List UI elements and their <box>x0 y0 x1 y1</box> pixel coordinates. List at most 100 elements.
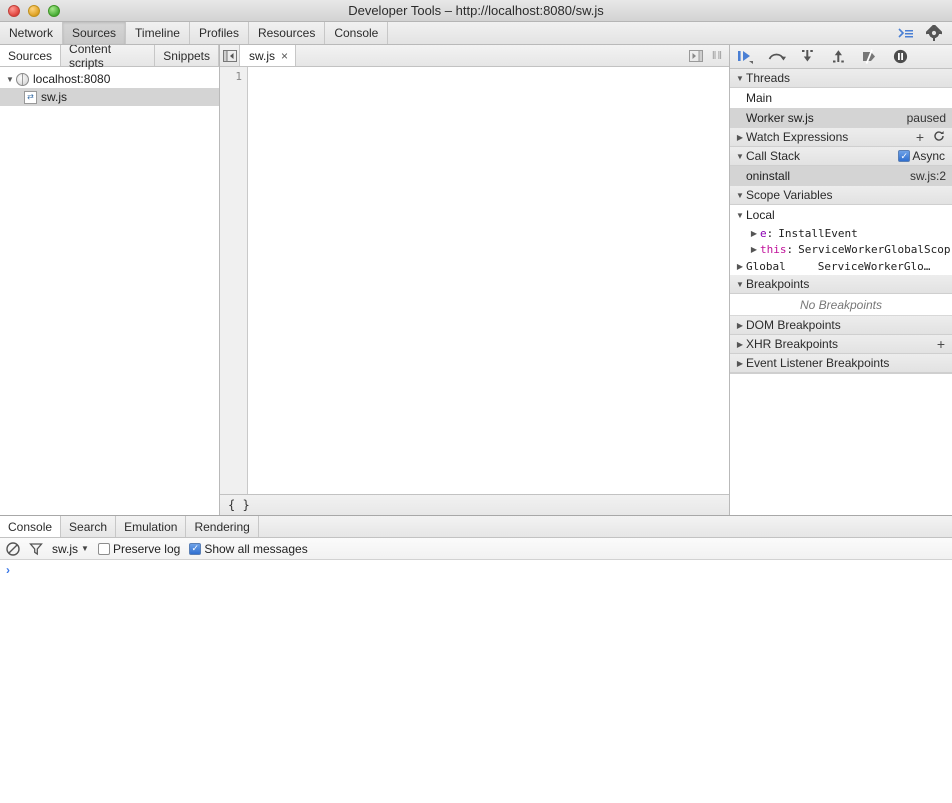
pretty-print-button[interactable]: { } <box>228 498 250 512</box>
scope-local[interactable]: ▼ Local <box>730 205 952 225</box>
tree-item-domain[interactable]: ▼ localhost:8080 <box>0 70 219 88</box>
drawer-tab-rendering[interactable]: Rendering <box>186 516 259 537</box>
disclosure-triangle-open-icon[interactable]: ▼ <box>734 280 746 289</box>
section-event-listener-breakpoints-header[interactable]: ▶ Event Listener Breakpoints <box>730 354 952 373</box>
tree-item-swjs[interactable]: ⇄ sw.js <box>0 88 219 106</box>
async-checkbox[interactable]: ✓ <box>898 150 911 162</box>
drawer-tab-search[interactable]: Search <box>61 516 117 537</box>
file-tree: ▼ localhost:8080 ⇄ sw.js <box>0 67 219 106</box>
zoom-button[interactable] <box>48 4 60 17</box>
section-event-listener-breakpoints-title: Event Listener Breakpoints <box>746 356 890 370</box>
step-into-button[interactable] <box>792 49 823 64</box>
resume-script-execution-button[interactable] <box>730 49 761 64</box>
close-icon[interactable]: × <box>281 49 288 63</box>
editor-tabbar: sw.js × ‖‖ <box>220 45 729 67</box>
navtab-content-scripts[interactable]: Content scripts <box>61 42 156 70</box>
tab-sources[interactable]: Sources <box>63 22 127 44</box>
disclosure-triangle-open-icon[interactable]: ▼ <box>734 74 746 83</box>
pause-on-exceptions-button[interactable] <box>885 49 916 64</box>
tab-profiles[interactable]: Profiles <box>190 22 249 44</box>
checkbox-box[interactable]: ✓ <box>189 542 202 555</box>
navtab-snippets[interactable]: Snippets <box>155 45 219 66</box>
call-stack-frame-location[interactable]: sw.js:2 <box>910 169 952 183</box>
line-number-gutter: 1 <box>220 67 248 494</box>
scope-property-this[interactable]: ▶ this : ServiceWorkerGlobalScop <box>730 241 952 257</box>
property-key: this <box>760 242 787 256</box>
disclosure-triangle-closed-icon[interactable]: ▶ <box>748 245 760 254</box>
thread-row-worker[interactable]: Worker sw.js paused <box>730 108 952 128</box>
console-context-selector[interactable]: sw.js ▼ <box>52 542 89 556</box>
scope-global[interactable]: ▶ Global ServiceWorkerGlo… <box>730 257 952 275</box>
section-breakpoints-title: Breakpoints <box>746 277 810 291</box>
console-drawer-toggle-icon[interactable] <box>898 27 914 40</box>
javascript-file-icon: ⇄ <box>24 90 37 104</box>
section-scope-variables-title: Scope Variables <box>746 188 833 202</box>
minimize-button[interactable] <box>28 4 40 17</box>
disclosure-triangle-closed-icon[interactable]: ▶ <box>734 321 746 330</box>
console-drawer: Console Search Emulation Rendering sw.js… <box>0 515 952 803</box>
scope-property-e[interactable]: ▶ e : InstallEvent <box>730 225 952 241</box>
thread-status-badge: paused <box>906 111 946 125</box>
deactivate-breakpoints-button[interactable] <box>854 49 885 64</box>
clear-console-icon[interactable] <box>6 541 20 556</box>
tab-console[interactable]: Console <box>325 22 389 44</box>
property-value: InstallEvent <box>778 226 858 240</box>
code-editor[interactable]: 1 <box>220 67 729 494</box>
code-content[interactable] <box>248 67 729 494</box>
section-xhr-breakpoints-title: XHR Breakpoints <box>746 337 839 351</box>
section-xhr-breakpoints-header[interactable]: ▶ XHR Breakpoints + <box>730 335 952 354</box>
navigator-toggle-icon[interactable] <box>220 45 240 66</box>
add-watch-expression-icon[interactable]: + <box>916 130 924 144</box>
filter-icon[interactable] <box>29 542 43 556</box>
sidebar-toggle-icon[interactable] <box>686 49 706 62</box>
disclosure-triangle-closed-icon[interactable]: ▶ <box>734 359 746 368</box>
main-tabbar-actions <box>898 22 952 44</box>
disclosure-triangle-open-icon[interactable]: ▼ <box>4 75 16 84</box>
add-xhr-breakpoint-icon[interactable]: + <box>937 337 945 351</box>
tab-resources[interactable]: Resources <box>249 22 326 44</box>
section-threads-title: Threads <box>746 71 791 85</box>
step-over-button[interactable] <box>761 49 792 64</box>
editor-status-bar: { } <box>220 494 729 515</box>
disclosure-triangle-closed-icon[interactable]: ▶ <box>734 340 746 349</box>
disclosure-triangle-closed-icon[interactable]: ▶ <box>748 229 760 238</box>
section-dom-breakpoints-header[interactable]: ▶ DOM Breakpoints <box>730 316 952 335</box>
section-dom-breakpoints-title: DOM Breakpoints <box>746 318 841 332</box>
section-threads-header[interactable]: ▼ Threads <box>730 69 952 88</box>
checkbox-box[interactable]: ✓ <box>97 542 110 555</box>
section-watch-expressions-header[interactable]: ▶ Watch Expressions + <box>730 128 952 147</box>
close-button[interactable] <box>8 4 20 17</box>
section-scope-variables-header[interactable]: ▼ Scope Variables <box>730 186 952 205</box>
navtab-sources[interactable]: Sources <box>0 45 62 66</box>
devtools-main-tabbar: Network Sources Timeline Profiles Resour… <box>0 22 952 45</box>
editor-tabbar-actions: ‖‖ <box>686 45 729 66</box>
console-output[interactable]: › <box>0 560 952 803</box>
thread-label: Main <box>746 91 773 105</box>
console-prompt-line[interactable]: › <box>0 560 952 580</box>
debugger-toolbar <box>730 45 952 69</box>
section-call-stack-title: Call Stack <box>746 149 801 163</box>
drawer-tab-console[interactable]: Console <box>0 516 62 537</box>
section-breakpoints-header[interactable]: ▼ Breakpoints <box>730 275 952 294</box>
tab-network[interactable]: Network <box>0 22 64 44</box>
sources-panel: Sources Content scripts Snippets ▼ local… <box>0 42 952 515</box>
disclosure-triangle-closed-icon[interactable]: ▶ <box>734 133 746 142</box>
disclosure-triangle-open-icon[interactable]: ▼ <box>734 191 746 200</box>
disclosure-triangle-open-icon[interactable]: ▼ <box>734 211 746 220</box>
navigator-tabbar: Sources Content scripts Snippets <box>0 42 219 70</box>
resize-grip-icon[interactable]: ‖‖ <box>712 50 723 62</box>
show-all-messages-checkbox[interactable]: ✓ Show all messages <box>189 542 308 556</box>
drawer-tab-emulation[interactable]: Emulation <box>116 516 187 537</box>
step-out-button[interactable] <box>823 49 854 64</box>
window-title-bar: Developer Tools – http://localhost:8080/… <box>0 0 952 22</box>
preserve-log-checkbox[interactable]: ✓ Preserve log <box>97 542 180 556</box>
disclosure-triangle-open-icon[interactable]: ▼ <box>734 152 746 161</box>
section-call-stack-header[interactable]: ▼ Call Stack ✓ Async <box>730 147 952 166</box>
call-stack-frame[interactable]: oninstall sw.js:2 <box>730 166 952 186</box>
disclosure-triangle-closed-icon[interactable]: ▶ <box>734 262 746 271</box>
refresh-watch-expressions-icon[interactable] <box>933 130 945 145</box>
thread-row-main[interactable]: Main <box>730 88 952 108</box>
tab-timeline[interactable]: Timeline <box>126 22 190 44</box>
settings-gear-icon[interactable] <box>926 25 942 41</box>
editor-tab-swjs[interactable]: sw.js × <box>240 45 297 66</box>
